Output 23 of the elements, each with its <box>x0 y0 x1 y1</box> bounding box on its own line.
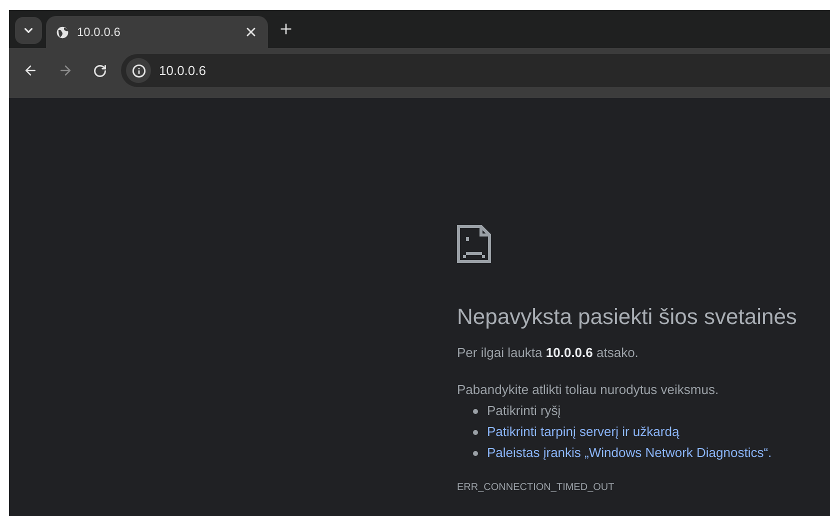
url-text: 10.0.0.6 <box>159 62 206 80</box>
reload-icon[interactable] <box>93 64 107 78</box>
info-icon[interactable] <box>132 64 146 78</box>
address-bar[interactable]: 10.0.0.6 <box>121 54 830 87</box>
bullet-icon <box>473 430 478 434</box>
forward-icon[interactable] <box>58 63 73 78</box>
tab-search-button[interactable] <box>15 17 42 44</box>
globe-icon <box>56 26 69 38</box>
error-message: Per ilgai laukta 10.0.0.6 atsako. <box>457 344 640 362</box>
new-tab-icon[interactable] <box>278 21 294 37</box>
close-icon[interactable] <box>244 25 258 39</box>
suggestion-link[interactable]: Paleistas įrankis „Windows Network Diagnostics“. <box>487 444 772 462</box>
tab-title: 10.0.0.6 <box>77 24 122 41</box>
suggestion-link[interactable]: Patikrinti tarpinį serverį ir užkardą <box>487 423 680 441</box>
back-icon[interactable] <box>23 63 38 78</box>
sad-page-icon <box>457 225 491 263</box>
browser-tab[interactable]: 10.0.0.6 <box>46 16 268 48</box>
bullet-icon <box>473 450 478 456</box>
bullet-icon <box>473 408 478 414</box>
suggestion-text: Patikrinti ryšį <box>487 402 561 420</box>
suggestions-intro: Pabandykite atlikti toliau nurodytus veiksmus. <box>457 380 720 399</box>
error-heading: Nepavyksta pasiekti šios svetainės <box>457 303 798 331</box>
error-code: ERR_CONNECTION_TIMED_OUT <box>457 481 616 495</box>
